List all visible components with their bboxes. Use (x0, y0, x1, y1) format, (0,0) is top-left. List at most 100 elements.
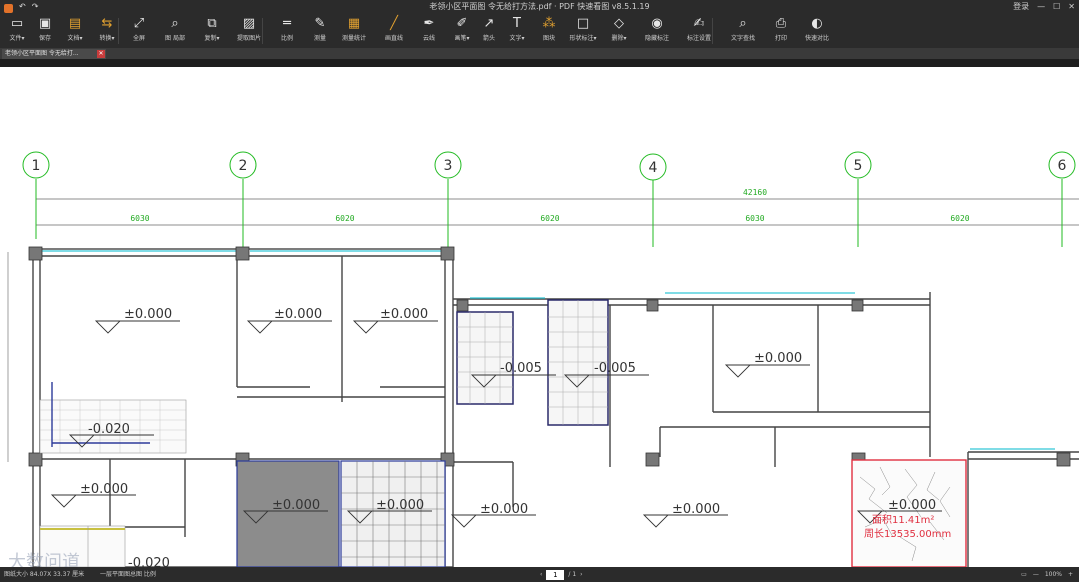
login-link[interactable]: 登录 (1013, 0, 1029, 14)
toolbar-label: 删除▾ (611, 35, 627, 42)
brush-icon: ✐ (456, 16, 468, 31)
window-controls: 登录 — ☐ ✕ (1013, 0, 1075, 14)
layout-name[interactable]: 一层平面图总图 比例 (100, 567, 156, 582)
search-icon: ⌕ (739, 16, 747, 31)
axis-label-3: 3 (444, 158, 453, 174)
save-icon: ▣ (38, 16, 52, 31)
shape-icon: □ (576, 16, 590, 31)
toolbar-label: 测量统计 (341, 35, 366, 42)
close-tab-icon[interactable]: ✕ (97, 50, 105, 58)
toolbar-button-convert[interactable]: ⇆ 转换▾ (90, 16, 124, 42)
toolbar-label: 图块 (542, 35, 555, 42)
ruler-icon: ═ (283, 16, 291, 31)
compare-icon: ◐ (811, 16, 823, 31)
minimize-button[interactable]: — (1037, 0, 1045, 14)
level-label: -0.020 (128, 556, 170, 567)
toolbar-label: 快速对比 (804, 35, 829, 42)
window-title: 老领小区平面图 令无给打方法.pdf · PDF 快速看图 v8.5.1.19 (429, 2, 650, 11)
toolbar-label: 全屏 (132, 35, 145, 42)
toolbar-button-settings-pen[interactable]: ✍ 标注设置 (682, 16, 716, 42)
toolbar-button-line[interactable]: ╱ 画直线 (377, 16, 411, 42)
toolbar-button-zoom-area[interactable]: ⌕ 图 局部 (158, 16, 192, 42)
document-icon: ▤ (68, 16, 82, 31)
eraser-icon: ◇ (614, 16, 624, 31)
toolbar-label: 画笔▾ (454, 35, 470, 42)
toolbar-button-pen[interactable]: ✒ 云线 (412, 16, 446, 42)
drawing-page[interactable]: 1 2 3 4 5 6 42160 6030 6020 6020 6030 60… (0, 67, 1079, 567)
fit-icon[interactable]: ▭ (1021, 567, 1027, 582)
document-tab[interactable]: 老领小区平面图 令无给打... ✕ (2, 49, 106, 59)
toolbar-button-document[interactable]: ▤ 文档▾ (58, 16, 92, 42)
toolbar-label: 文字▾ (509, 35, 525, 42)
toolbar-button-fullscreen[interactable]: ⤢ 全屏 (122, 16, 156, 42)
blocks-icon: ⁂ (542, 16, 556, 31)
extract-image-icon: ▨ (242, 16, 256, 31)
toolbar-label: 保存 (38, 35, 51, 42)
zoom-level: 100% (1044, 571, 1062, 578)
toolbar-button-eraser[interactable]: ◇ 删除▾ (602, 16, 636, 42)
zoom-controls: ▭ — 100% + (1021, 567, 1073, 582)
prev-page-icon[interactable]: ‹ (540, 569, 542, 580)
toolbar: ▭ 文件▾ ▣ 保存 ▤ 文档▾ ⇆ 转换▾ ⤢ 全屏 ⌕ 图 局部 ⧉ 复制▾ ▨ 提取图片 ═ 比例 ✎ 测量 ▦ 测… (0, 14, 1079, 49)
next-page-icon[interactable]: › (580, 569, 582, 580)
level-label: ±0.000 (376, 498, 424, 513)
level-label: ±0.000 (754, 351, 802, 366)
folder-icon: ▭ (10, 16, 24, 31)
zoom-area-icon: ⌕ (171, 16, 179, 31)
bay-dimension-1: 6030 (130, 214, 149, 223)
level-label: -0.005 (594, 361, 636, 376)
level-label: ±0.000 (80, 482, 128, 497)
toolbar-label: 比例 (280, 35, 293, 42)
bay-dimension-5: 6020 (950, 214, 969, 223)
close-button[interactable]: ✕ (1068, 0, 1075, 14)
title-bar: ↶ ↷ 老领小区平面图 令无给打方法.pdf · PDF 快速看图 v8.5.1… (0, 0, 1079, 14)
maximize-button[interactable]: ☐ (1053, 0, 1060, 14)
toolbar-button-compare[interactable]: ◐ 快速对比 (800, 16, 834, 42)
settings-pen-icon: ✍ (693, 16, 705, 31)
bay-dimension-2: 6020 (335, 214, 354, 223)
page-number-input[interactable]: 1 (546, 569, 565, 580)
toolbar-label: 箭头 (482, 35, 495, 42)
toolbar-button-stats[interactable]: ▦ 测量统计 (337, 16, 371, 42)
axis-label-6: 6 (1058, 158, 1067, 174)
copy-icon: ⧉ (207, 16, 217, 31)
toolbar-button-extract-image[interactable]: ▨ 提取图片 (232, 16, 266, 42)
eye-icon: ◉ (651, 16, 663, 31)
toolbar-label: 云线 (422, 35, 435, 42)
canvas-area[interactable]: 1 2 3 4 5 6 42160 6030 6020 6020 6030 60… (0, 59, 1079, 567)
toolbar-label: 测量 (313, 35, 326, 42)
fullscreen-icon: ⤢ (133, 16, 145, 31)
level-label: ±0.000 (124, 307, 172, 322)
toolbar-label: 隐藏标注 (644, 35, 669, 42)
toolbar-button-copy[interactable]: ⧉ 复制▾ (195, 16, 229, 42)
toolbar-label: 文件▾ (9, 35, 25, 42)
zoom-in-button[interactable]: + (1068, 567, 1073, 582)
paper-size-text: 图纸大小 84.07X 33.37 厘米 (4, 571, 85, 578)
level-label: ±0.000 (274, 307, 322, 322)
toolbar-button-blocks[interactable]: ⁂ 图块 (532, 16, 566, 42)
bathroom-tiles (39, 382, 187, 454)
bay-dimension-3: 6020 (540, 214, 559, 223)
floor-plan: 1 2 3 4 5 6 42160 6030 6020 6020 6030 60… (7, 151, 1079, 567)
toolbar-button-shape[interactable]: □ 形状标注▾ (566, 16, 600, 42)
marble-room (851, 459, 967, 567)
shaded-room (236, 460, 340, 567)
axis-bubbles (22, 151, 1076, 181)
toolbar-button-save[interactable]: ▣ 保存 (28, 16, 62, 42)
toolbar-button-ruler[interactable]: ═ 比例 (270, 16, 304, 42)
toolbar-label: 图 局部 (165, 35, 185, 42)
toolbar-button-measure[interactable]: ✎ 测量 (303, 16, 337, 42)
level-label: ±0.000 (888, 498, 936, 513)
parquet-room (340, 460, 446, 567)
toolbar-button-eye[interactable]: ◉ 隐藏标注 (640, 16, 674, 42)
toolbar-label: 文字查找 (730, 35, 755, 42)
bay-dimension-4: 6030 (745, 214, 764, 223)
level-label: ±0.000 (380, 307, 428, 322)
toolbar-button-text[interactable]: T 文字▾ (500, 16, 534, 42)
toolbar-button-search[interactable]: ⌕ 文字查找 (726, 16, 760, 42)
print-icon: ⎙ (775, 16, 787, 31)
zoom-out-button[interactable]: — (1033, 567, 1039, 582)
page-total: / 1 (568, 571, 577, 578)
axis-label-5: 5 (854, 158, 863, 174)
toolbar-button-print[interactable]: ⎙ 打印 (764, 16, 798, 42)
